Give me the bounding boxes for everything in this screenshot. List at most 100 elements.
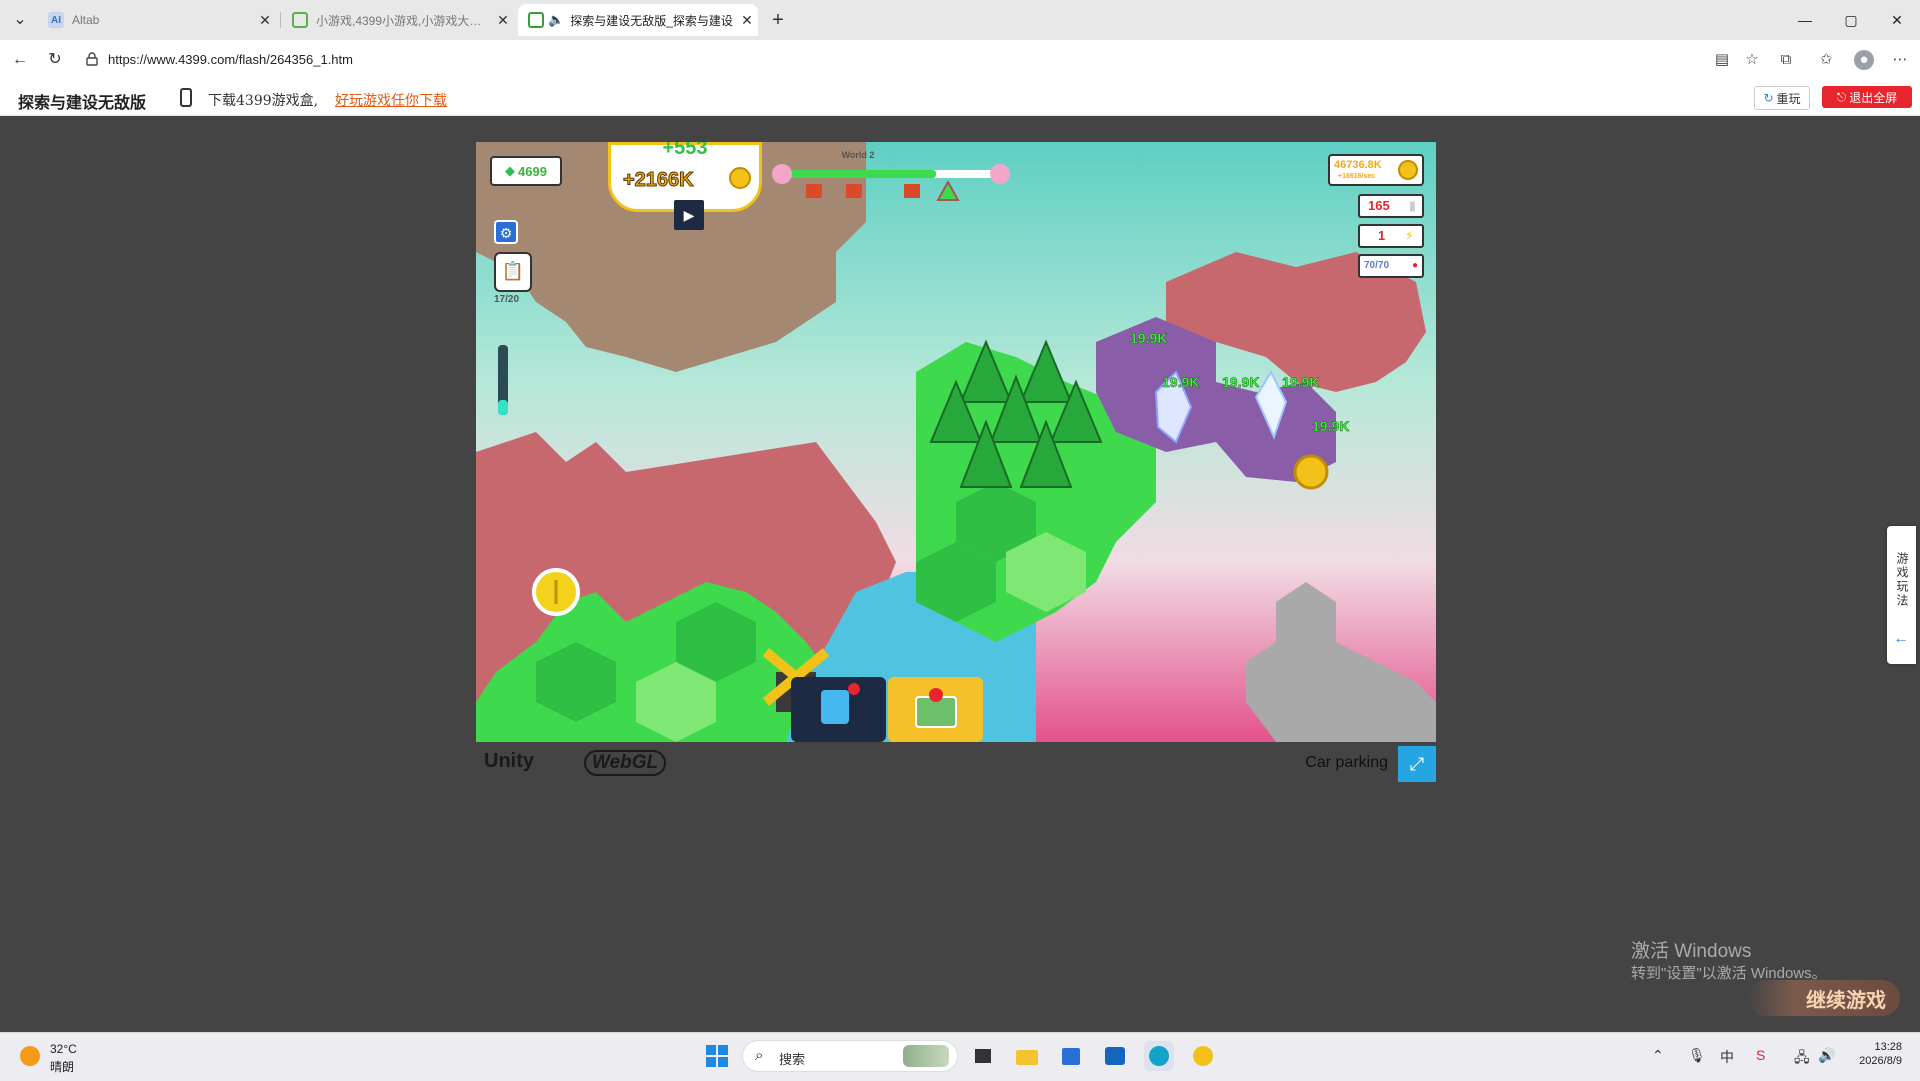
- stat-2-value: 1: [1378, 228, 1386, 243]
- url-text[interactable]: https://www.4399.com/flash/264356_1.htm: [108, 52, 353, 67]
- worker-icon: ●: [1411, 260, 1418, 271]
- tab-close-icon[interactable]: ✕: [254, 12, 276, 29]
- network-icon[interactable]: 🖧: [1794, 1047, 1810, 1071]
- continue-game-button[interactable]: 继续游戏: [1748, 980, 1900, 1016]
- big-coin[interactable]: [1293, 454, 1329, 490]
- maximize-button[interactable]: ▢: [1828, 6, 1874, 34]
- coin-icon: [729, 167, 751, 189]
- floating-value: 19.9K: [1162, 374, 1200, 391]
- tab-list-chevron-icon[interactable]: ⌄: [8, 8, 32, 32]
- world-start-orb-icon: [772, 164, 792, 184]
- exit-fullscreen-label: 退出全屏: [1849, 90, 1898, 105]
- stat-1-value: 165: [1368, 198, 1390, 213]
- stat-panel-2: 1 ⚡: [1358, 224, 1424, 248]
- file-explorer-icon[interactable]: [1012, 1041, 1042, 1071]
- system-clock[interactable]: 13:28 2026/8/9: [1842, 1041, 1902, 1067]
- replay-icon: ↻: [1763, 91, 1774, 105]
- exit-fullscreen-button[interactable]: ⎋ 退出全屏: [1822, 86, 1912, 108]
- video-ad-icon[interactable]: ▶: [674, 200, 704, 230]
- browser-tab-strip: ⌄ AI Altab ✕ 小游戏,4399小游戏,小游戏大全,双 ✕ 🔈 探索与…: [0, 0, 1920, 40]
- stat-panel-1: 165 ▮: [1358, 194, 1424, 218]
- coin-icon: [1398, 160, 1418, 180]
- tab-current-game[interactable]: 🔈 探索与建设无敌版_探索与建设 ✕: [518, 4, 758, 36]
- side-tab-label: 游戏玩法: [1895, 552, 1909, 608]
- refresh-icon[interactable]: ↻: [43, 48, 67, 72]
- world-label: World 2: [841, 150, 875, 160]
- game-world: [476, 142, 1436, 742]
- tray-chevron-icon[interactable]: ⌃: [1652, 1047, 1664, 1064]
- address-bar[interactable]: https://www.4399.com/flash/264356_1.htm: [78, 46, 1738, 74]
- coins-rate-value: +18616/sec: [1338, 173, 1376, 180]
- minimize-button[interactable]: —: [1782, 6, 1828, 34]
- settings-gear-icon[interactable]: ⚙: [494, 220, 518, 244]
- floating-value: 19.9K: [1282, 374, 1320, 391]
- notification-dot: [848, 683, 860, 695]
- grid-favicon-icon: [292, 12, 308, 28]
- favorites-icon[interactable]: ✩: [1816, 50, 1836, 70]
- task-view-icon[interactable]: [968, 1041, 998, 1071]
- tab-4399-home[interactable]: 小游戏,4399小游戏,小游戏大全,双 ✕: [282, 4, 514, 36]
- back-arrow-icon[interactable]: ←: [8, 48, 32, 72]
- favorite-star-icon[interactable]: ☆: [1742, 50, 1762, 70]
- exit-icon: ⎋: [1836, 89, 1847, 104]
- antivirus-icon[interactable]: S: [1756, 1047, 1765, 1063]
- map-pin-icon: [929, 688, 943, 702]
- input-method-icon[interactable]: 中: [1720, 1047, 1734, 1067]
- unity-footer: Unity WebGL Car parking ⤢: [476, 744, 1436, 782]
- tab-close-icon[interactable]: ✕: [492, 12, 514, 29]
- temperature: 32°C: [50, 1042, 77, 1056]
- stat-3-value: 70/70: [1364, 260, 1390, 271]
- tab-title: 探索与建设无敌版_探索与建设: [570, 13, 733, 28]
- clock-date: 2026/8/9: [1859, 1055, 1902, 1067]
- clock-time: 13:28: [1874, 1041, 1902, 1053]
- floating-value: 19.9K: [1130, 330, 1168, 347]
- microphone-icon[interactable]: 🎙: [1688, 1047, 1706, 1064]
- edge-browser-icon[interactable]: [1144, 1041, 1174, 1071]
- download-link[interactable]: 好玩游戏任你下载: [335, 90, 447, 110]
- lock-icon[interactable]: [86, 52, 98, 66]
- tab-divider: [280, 12, 281, 28]
- game-title: 探索与建设无敌版: [18, 95, 147, 112]
- weather-condition: 晴朗: [50, 1060, 75, 1074]
- quest-progress: 17/20: [494, 294, 520, 305]
- more-menu-icon[interactable]: ⋯: [1890, 50, 1910, 70]
- sun-icon: [20, 1046, 40, 1066]
- whiteboard-icon[interactable]: [1100, 1041, 1130, 1071]
- close-window-button[interactable]: ✕: [1874, 6, 1920, 34]
- gems-value: 4699: [518, 163, 547, 179]
- arrow-left-icon: ←: [1893, 630, 1909, 647]
- quest-clipboard-icon[interactable]: 📋: [494, 252, 532, 292]
- volume-icon[interactable]: 🔊: [1818, 1047, 1835, 1064]
- replay-button[interactable]: ↻ 重玩: [1754, 86, 1810, 110]
- windows-start-icon[interactable]: [702, 1041, 732, 1071]
- search-highlight-image: [903, 1045, 949, 1067]
- extensions-icon[interactable]: ⧉: [1776, 50, 1796, 70]
- windows-taskbar: 32°C 晴朗 ⌕ 搜索 ⌃ 🎙 中 S 🖧 🔊 13:28 2026/8/9: [0, 1032, 1920, 1081]
- reward-top-value: +553: [662, 142, 708, 159]
- download-text: 下载4399游戏盒,: [208, 93, 319, 109]
- replay-label: 重玩: [1776, 91, 1801, 106]
- world-end-orb-icon: [990, 164, 1010, 184]
- tab-close-icon[interactable]: ✕: [736, 12, 758, 29]
- new-tab-button[interactable]: +: [766, 8, 790, 32]
- game-app-icon[interactable]: [1188, 1041, 1218, 1071]
- fullscreen-button[interactable]: ⤢: [1398, 746, 1436, 782]
- profile-avatar[interactable]: ●: [1854, 50, 1874, 70]
- game-guide-side-tab[interactable]: 游戏玩法 ←: [1887, 526, 1916, 664]
- cards-icon[interactable]: [821, 690, 849, 724]
- vertical-progress-fill: [498, 400, 508, 415]
- speaker-icon[interactable]: 🔈: [548, 12, 564, 28]
- phone-icon: [180, 88, 192, 107]
- tab-altab[interactable]: AI Altab ✕: [38, 4, 276, 36]
- tab-title: Altab: [72, 13, 100, 27]
- lightning-icon: ⚡: [1404, 228, 1414, 243]
- search-icon: ⌕: [755, 1047, 764, 1064]
- game-canvas[interactable]: ◆ 4699 +553 +2166K ▶ ⚙ 📋 17/20 World 2 4…: [476, 142, 1436, 742]
- bottle-icon: ▮: [1408, 198, 1416, 213]
- coins-total-value: 46736.8K: [1334, 159, 1382, 171]
- taskbar-search[interactable]: ⌕ 搜索: [742, 1040, 958, 1072]
- store-icon[interactable]: [1056, 1041, 1086, 1071]
- reward-coins-value: +2166K: [623, 169, 695, 192]
- floating-value: 19.9K: [1222, 374, 1260, 391]
- reader-view-icon[interactable]: ▤: [1712, 50, 1732, 70]
